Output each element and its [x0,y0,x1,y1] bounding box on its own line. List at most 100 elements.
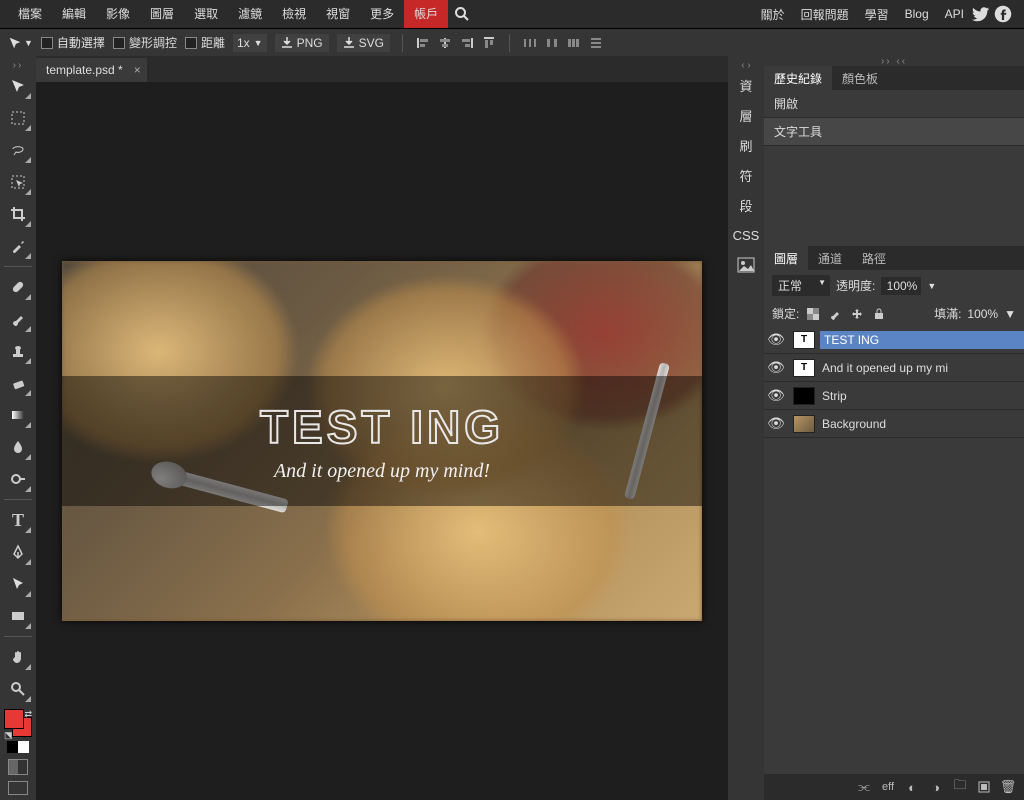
mask-icon[interactable]: ◐ [904,779,920,795]
link-api[interactable]: API [937,7,972,21]
dock-image-icon[interactable] [728,250,764,280]
menu-account[interactable]: 帳戶 [404,0,448,28]
layer-name[interactable]: Strip [820,389,1024,403]
heal-tool[interactable] [4,273,32,301]
blend-mode-select[interactable]: 正常 [772,275,830,296]
canvas-viewport[interactable]: TEST ING And it opened up my mind! [36,82,728,800]
fill-slider-icon[interactable]: ▼ [1004,307,1016,321]
dock-layers[interactable]: 層 [728,100,764,130]
link-learn[interactable]: 學習 [857,6,897,23]
distribute-2-icon[interactable] [544,35,560,51]
marquee-tool[interactable] [4,104,32,132]
dock-css[interactable]: CSS [728,220,764,250]
folder-icon[interactable]: 🗀 [952,779,968,795]
link-blog[interactable]: Blog [897,7,937,21]
zoom-tool[interactable] [4,675,32,703]
transform-controls-checkbox[interactable]: 變形調控 [113,34,177,51]
blur-tool[interactable] [4,433,32,461]
zoom-ratio-select[interactable]: 1x▼ [233,34,267,52]
layer-row[interactable]: 👁 Strip [764,382,1024,410]
export-svg-button[interactable]: SVG [337,34,390,52]
dock-para[interactable]: 段 [728,190,764,220]
visibility-icon[interactable]: 👁 [764,387,788,404]
reset-colors-icon[interactable]: ⬔ [4,730,13,741]
distance-checkbox[interactable]: 距離 [185,34,225,51]
layer-row[interactable]: 👁 T TEST ING [764,326,1024,354]
menu-more[interactable]: 更多 [360,0,404,28]
eraser-tool[interactable] [4,369,32,397]
type-tool[interactable]: T [4,506,32,534]
distribute-1-icon[interactable] [522,35,538,51]
history-item[interactable]: 文字工具 [764,118,1024,146]
dock-char[interactable]: 符 [728,160,764,190]
menu-filter[interactable]: 濾鏡 [228,0,272,28]
link-about[interactable]: 關於 [753,6,793,23]
tab-paths[interactable]: 路徑 [852,246,896,270]
link-layers-icon[interactable]: ⫘ [856,779,872,795]
dock-info[interactable]: 資 [728,70,764,100]
tab-layers[interactable]: 圖層 [764,246,808,270]
menu-layer[interactable]: 圖層 [140,0,184,28]
color-swatches[interactable]: ⬔ ⇄ [4,709,32,737]
canvas[interactable]: TEST ING And it opened up my mind! [62,261,702,621]
align-hcenter-icon[interactable] [437,35,453,51]
search-icon[interactable] [454,6,478,22]
layer-row[interactable]: 👁 T And it opened up my mi [764,354,1024,382]
menu-select[interactable]: 選取 [184,0,228,28]
menu-file[interactable]: 檔案 [8,0,52,28]
menu-window[interactable]: 視窗 [316,0,360,28]
dock-grip[interactable]: ‹ › [728,60,764,70]
layer-name[interactable]: Background [820,417,1024,431]
dock-brush[interactable]: 刷 [728,130,764,160]
facebook-icon[interactable] [994,5,1016,23]
crop-tool[interactable] [4,200,32,228]
menu-image[interactable]: 影像 [96,0,140,28]
fx-icon[interactable]: eff [880,779,896,795]
visibility-icon[interactable]: 👁 [764,415,788,432]
adjustment-icon[interactable]: ◑ [928,779,944,795]
hand-tool[interactable] [4,643,32,671]
lasso-tool[interactable] [4,136,32,164]
menu-view[interactable]: 檢視 [272,0,316,28]
stamp-tool[interactable] [4,337,32,365]
align-left-icon[interactable] [415,35,431,51]
auto-select-checkbox[interactable]: 自動選擇 [41,34,105,51]
visibility-icon[interactable]: 👁 [764,331,788,348]
lock-move-icon[interactable] [849,306,865,322]
pen-tool[interactable] [4,538,32,566]
quick-mask-icon[interactable] [8,759,28,775]
export-png-button[interactable]: PNG [275,34,329,52]
menu-edit[interactable]: 編輯 [52,0,96,28]
layer-row[interactable]: 👁 Background [764,410,1024,438]
screen-mode-icon[interactable] [8,781,28,795]
distribute-3-icon[interactable] [566,35,582,51]
fill-input[interactable]: 100% [967,307,998,321]
twitter-icon[interactable] [972,5,994,23]
path-select-tool[interactable] [4,570,32,598]
brush-tool[interactable] [4,305,32,333]
opacity-slider-icon[interactable]: ▼ [927,281,936,291]
align-top-icon[interactable] [481,35,497,51]
tab-channels[interactable]: 通道 [808,246,852,270]
opacity-input[interactable]: 100% [881,277,921,295]
new-layer-icon[interactable] [976,779,992,795]
visibility-icon[interactable]: 👁 [764,359,788,376]
layer-name[interactable]: And it opened up my mi [820,361,1024,375]
lock-all-icon[interactable] [871,306,887,322]
lock-brush-icon[interactable] [827,306,843,322]
object-select-tool[interactable] [4,168,32,196]
default-bw-icon[interactable] [7,741,29,753]
lock-pixels-icon[interactable] [805,306,821,322]
eyedropper-tool[interactable] [4,232,32,260]
panel-grip[interactable]: ›› ‹‹ [764,56,1024,66]
distribute-4-icon[interactable] [588,35,604,51]
tab-history[interactable]: 歷史紀錄 [764,66,832,90]
dodge-tool[interactable] [4,465,32,493]
document-tab[interactable]: template.psd * × [36,58,147,82]
delete-icon[interactable]: 🗑 [1000,779,1016,795]
move-tool[interactable] [4,72,32,100]
gradient-tool[interactable] [4,401,32,429]
tab-swatches[interactable]: 顏色板 [832,66,888,90]
shape-tool[interactable] [4,602,32,630]
align-right-icon[interactable] [459,35,475,51]
